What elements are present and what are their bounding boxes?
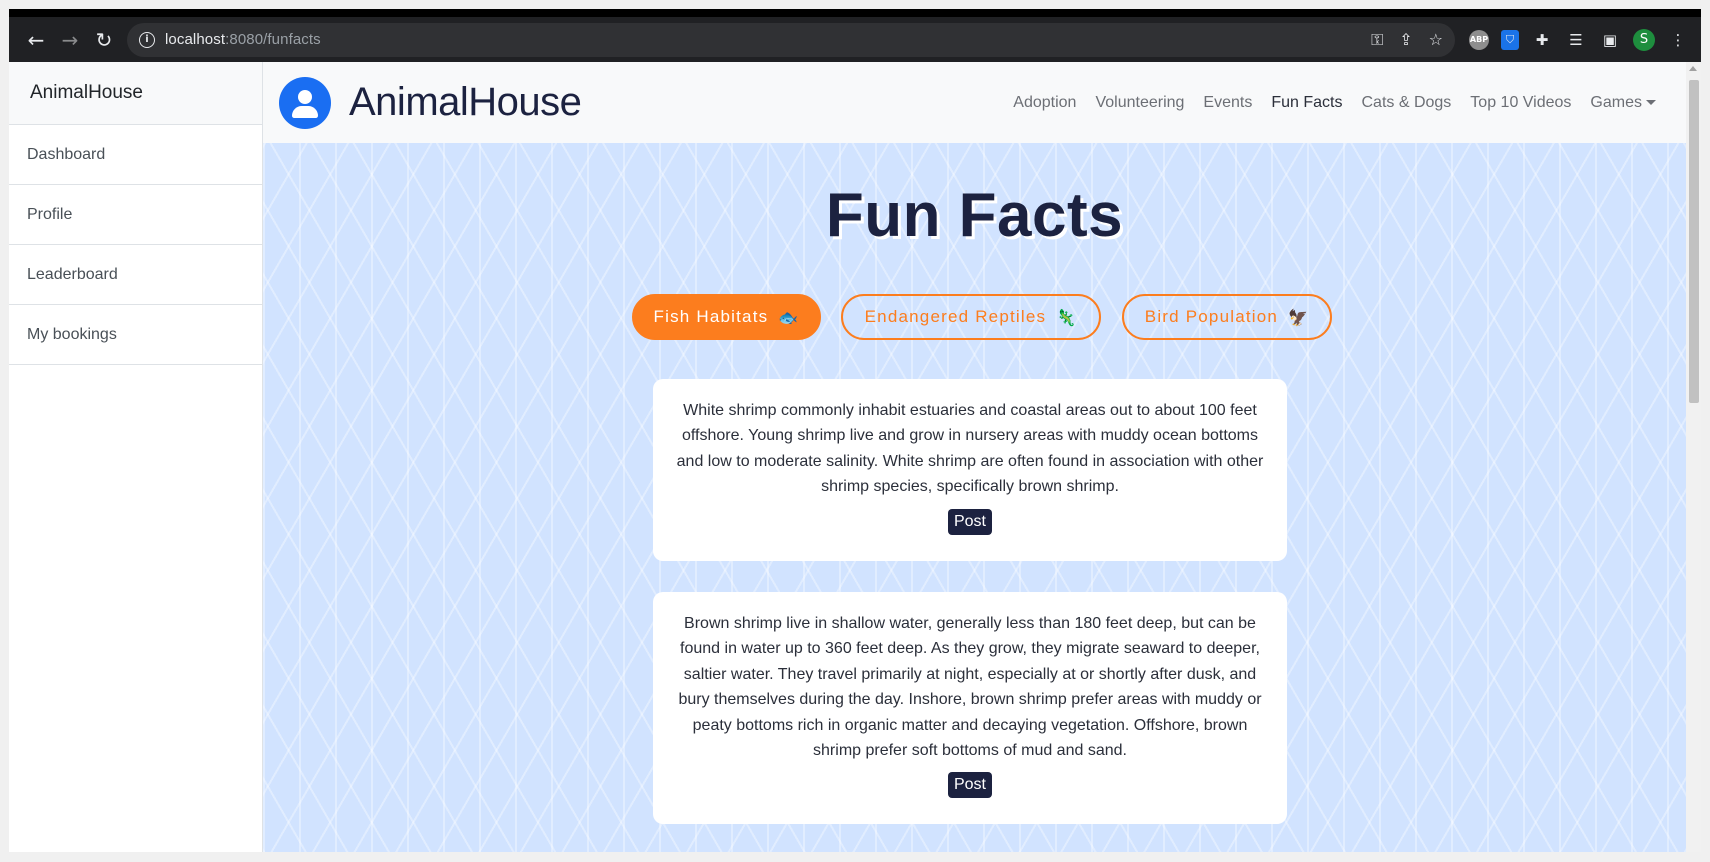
nav-links: Adoption Volunteering Events Fun Facts C… bbox=[1013, 94, 1686, 112]
nav-link-adoption[interactable]: Adoption bbox=[1013, 94, 1076, 112]
address-bar[interactable]: i localhost:8080/funfacts ⚿ ⇪ ☆ bbox=[127, 22, 1455, 57]
post-button[interactable]: Post bbox=[947, 508, 992, 535]
page-scrollbar[interactable] bbox=[1686, 62, 1701, 852]
tab-strip bbox=[9, 9, 1701, 17]
page-title: Fun Facts bbox=[825, 181, 1124, 250]
nav-link-cats-dogs[interactable]: Cats & Dogs bbox=[1361, 94, 1451, 112]
post-button[interactable]: Post bbox=[947, 772, 992, 799]
nav-link-volunteering[interactable]: Volunteering bbox=[1095, 94, 1184, 112]
fact-card: White shrimp commonly inhabit estuaries … bbox=[653, 379, 1287, 561]
profile-avatar[interactable]: S bbox=[1633, 28, 1655, 51]
url-text[interactable]: localhost:8080/funfacts bbox=[165, 31, 321, 48]
nav-link-events[interactable]: Events bbox=[1203, 94, 1252, 112]
key-icon[interactable]: ⚿ bbox=[1371, 30, 1383, 50]
forward-arrow-icon[interactable]: → bbox=[53, 23, 87, 57]
reload-icon[interactable]: ↻ bbox=[87, 23, 121, 57]
filter-fish-habitats-button[interactable]: Fish Habitats 🐟 bbox=[632, 294, 821, 340]
nav-link-fun-facts[interactable]: Fun Facts bbox=[1271, 94, 1342, 112]
kebab-menu-icon[interactable]: ⋮ bbox=[1667, 29, 1689, 51]
sidebar-item-profile[interactable]: Profile bbox=[9, 185, 262, 245]
fact-text: Brown shrimp live in shallow water, gene… bbox=[678, 615, 1262, 760]
top-navbar: AnimalHouse Adoption Volunteering Events… bbox=[263, 62, 1686, 143]
media-queue-icon[interactable]: ☰ bbox=[1565, 29, 1587, 51]
browser-toolbar: ← → ↻ i localhost:8080/funfacts ⚿ ⇪ ☆ AB… bbox=[9, 17, 1701, 62]
fish-icon: 🐟 bbox=[778, 307, 800, 327]
browser-window: ← → ↻ i localhost:8080/funfacts ⚿ ⇪ ☆ AB… bbox=[9, 9, 1701, 852]
lizard-icon: 🦎 bbox=[1056, 307, 1078, 327]
filter-endangered-reptiles-button[interactable]: Endangered Reptiles 🦎 bbox=[841, 294, 1101, 340]
sidebar: AnimalHouse Dashboard Profile Leaderboar… bbox=[9, 62, 263, 852]
sidebar-item-leaderboard[interactable]: Leaderboard bbox=[9, 245, 262, 305]
sidebar-title: AnimalHouse bbox=[9, 62, 262, 125]
filter-label: Endangered Reptiles bbox=[864, 307, 1047, 326]
back-arrow-icon[interactable]: ← bbox=[19, 23, 53, 57]
bitwarden-shield-icon[interactable]: ⛉ bbox=[1501, 29, 1519, 50]
sidebar-item-dashboard[interactable]: Dashboard bbox=[9, 125, 262, 185]
scrollbar-thumb[interactable] bbox=[1689, 80, 1699, 403]
sidebar-item-my-bookings[interactable]: My bookings bbox=[9, 305, 262, 365]
fact-text: White shrimp commonly inhabit estuaries … bbox=[676, 402, 1264, 496]
nav-link-games-dropdown[interactable]: Games bbox=[1590, 94, 1656, 112]
bird-icon: 🦅 bbox=[1288, 307, 1310, 327]
share-icon[interactable]: ⇪ bbox=[1399, 30, 1412, 50]
nav-link-top-10-videos[interactable]: Top 10 Videos bbox=[1470, 94, 1571, 112]
adblock-extension-icon[interactable]: ABP bbox=[1469, 29, 1489, 50]
web-page: AnimalHouse Dashboard Profile Leaderboar… bbox=[9, 62, 1701, 852]
side-panel-icon[interactable]: ▣ bbox=[1599, 29, 1621, 51]
site-info-icon[interactable]: i bbox=[139, 31, 155, 48]
filter-label: Bird Population bbox=[1144, 307, 1279, 326]
fact-card: Brown shrimp live in shallow water, gene… bbox=[653, 592, 1287, 824]
brand-title[interactable]: AnimalHouse bbox=[349, 80, 582, 125]
nav-link-games-label: Games bbox=[1590, 93, 1642, 111]
scroll-up-arrow-icon[interactable] bbox=[1689, 66, 1697, 71]
filter-label: Fish Habitats bbox=[653, 307, 769, 326]
filter-bird-population-button[interactable]: Bird Population 🦅 bbox=[1122, 294, 1332, 340]
star-icon[interactable]: ☆ bbox=[1429, 30, 1443, 50]
extensions-puzzle-icon[interactable]: ✚ bbox=[1531, 29, 1553, 51]
user-logo-icon[interactable] bbox=[279, 76, 331, 129]
main-area: AnimalHouse Adoption Volunteering Events… bbox=[263, 62, 1686, 852]
caret-down-icon bbox=[1646, 99, 1656, 105]
fun-facts-content: Fun Facts Fish Habitats 🐟 Endangered Rep… bbox=[263, 143, 1686, 852]
